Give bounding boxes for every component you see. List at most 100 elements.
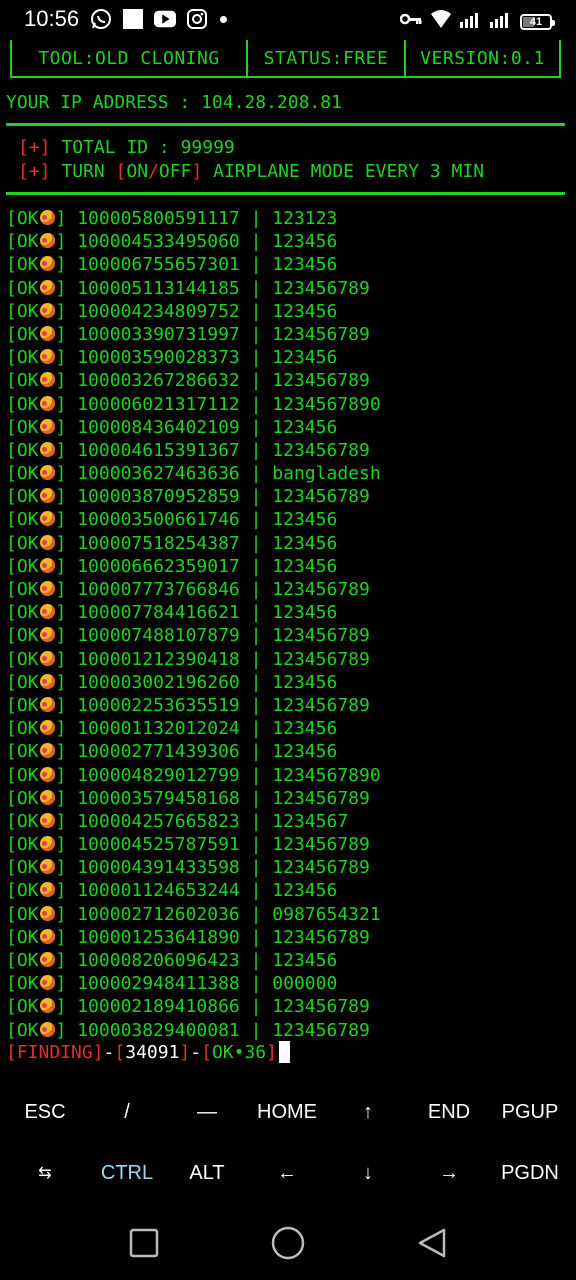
ok-label: OK — [16, 625, 39, 647]
ok-label: OK — [16, 903, 39, 925]
key-slash[interactable]: / — [86, 1082, 168, 1142]
ok-label: OK — [16, 718, 39, 740]
result-row: [OK] 100007518254387 | 123456 — [6, 532, 381, 555]
recents-icon[interactable] — [124, 1223, 164, 1263]
ok-close: ] — [55, 694, 67, 716]
ok-open: [ — [6, 370, 17, 392]
result-row: [OK] 100007488107879 | 123456789 — [6, 624, 381, 647]
total-id-line: [+] TOTAL ID : 99999 — [18, 137, 235, 158]
result-sep: | — [239, 973, 273, 995]
ok-label: OK — [16, 208, 39, 229]
hug-emoji-icon — [39, 511, 55, 527]
result-id: 100004234809752 — [77, 300, 240, 322]
hug-emoji-icon — [39, 581, 55, 596]
ok-open: [ — [6, 579, 17, 600]
hug-emoji-icon — [39, 233, 55, 249]
result-sep: | — [239, 323, 273, 345]
result-id: 100004391433598 — [77, 857, 240, 879]
result-sep: | — [239, 509, 273, 531]
result-id: 100001132012024 — [77, 718, 240, 740]
home-icon[interactable] — [268, 1223, 308, 1263]
hug-emoji-icon — [39, 766, 55, 782]
bullet: [+] — [18, 161, 51, 182]
ok-close: ] — [55, 486, 67, 508]
result-sep: | — [239, 810, 273, 832]
result-pass: 123456789 — [272, 486, 370, 508]
hug-emoji-icon — [39, 789, 55, 805]
hug-emoji-icon — [39, 905, 55, 921]
key-down[interactable]: ↓ — [327, 1143, 409, 1203]
key-esc[interactable]: ESC — [4, 1082, 86, 1142]
result-row: [OK] 100006662359017 | 123456 — [6, 555, 381, 578]
result-pass: 123456789 — [272, 926, 370, 948]
total-id: TOTAL ID : 99999 — [61, 137, 235, 158]
result-row: [OK] 100003267286632 | 123456789 — [6, 369, 381, 392]
ok-close: ] — [55, 625, 67, 647]
notification-icons — [90, 8, 227, 30]
key-tab[interactable]: ⇆ — [4, 1143, 86, 1203]
result-id: 100003579458168 — [77, 787, 240, 809]
finding-count: 34091 — [125, 1041, 180, 1063]
result-id: 100003627463636 — [77, 463, 240, 485]
result-id: 100003870952859 — [77, 486, 240, 508]
ok-open: [ — [6, 996, 17, 1018]
result-id: 100004533495060 — [77, 231, 240, 253]
key-pgdn[interactable]: PGDN — [489, 1143, 571, 1203]
tool-version: VERSION:0.1 — [420, 47, 545, 69]
result-id: 100006662359017 — [77, 555, 240, 577]
result-pass: 123456789 — [272, 439, 370, 461]
ok-close: ] — [55, 926, 67, 948]
key-alt[interactable]: ALT — [166, 1143, 248, 1203]
back-icon[interactable] — [412, 1223, 452, 1263]
navigation-bar — [0, 1205, 576, 1280]
ok-close: ] — [55, 393, 67, 415]
ok-label: OK — [16, 463, 39, 485]
airplane-line: [+] TURN [ON/OFF] AIRPLANE MODE EVERY 3 … — [18, 161, 485, 182]
hug-emoji-icon — [39, 604, 55, 620]
hug-emoji-icon — [39, 395, 55, 411]
ok-open: [ — [6, 555, 17, 577]
ok-open: [ — [6, 625, 17, 647]
result-pass: 123456 — [272, 532, 338, 554]
result-sep: | — [239, 486, 273, 508]
ok-close: ] — [55, 1019, 67, 1041]
result-sep: | — [239, 764, 273, 786]
result-list: [OK] 100005800591117 | 123123[OK] 100004… — [6, 207, 381, 1042]
ok-open: [ — [6, 787, 17, 809]
key-dash[interactable]: — — [166, 1082, 248, 1142]
result-pass: 123456789 — [272, 648, 370, 670]
ok-label: OK — [16, 602, 39, 624]
hug-emoji-icon — [39, 882, 55, 898]
result-pass: 123456789 — [272, 323, 370, 345]
key-up[interactable]: ↑ — [327, 1082, 409, 1142]
result-row: [OK] 100004391433598 | 123456789 — [6, 856, 381, 879]
ok-open: [ — [6, 208, 17, 229]
result-sep: | — [239, 996, 273, 1018]
hug-emoji-icon — [39, 465, 55, 481]
ok-label: OK — [16, 486, 39, 508]
hug-emoji-icon — [39, 279, 55, 295]
ok-open: [ — [6, 439, 17, 461]
result-sep: | — [239, 648, 273, 670]
key-right[interactable]: → — [408, 1143, 490, 1203]
key-home[interactable]: HOME — [246, 1082, 328, 1142]
result-sep: | — [239, 277, 273, 299]
ok-open: [ — [6, 602, 17, 624]
result-pass: 123456 — [272, 671, 338, 693]
key-pgup[interactable]: PGUP — [489, 1082, 571, 1142]
result-id: 100003267286632 — [77, 370, 240, 392]
hug-emoji-icon — [39, 441, 55, 457]
ok-label: OK — [16, 300, 39, 322]
key-end[interactable]: END — [408, 1082, 490, 1142]
result-id: 100003829400081 — [77, 1019, 240, 1041]
result-pass: 123456789 — [272, 857, 370, 879]
key-icon — [399, 12, 422, 31]
ok-open: [ — [6, 1019, 17, 1041]
result-pass: 0987654321 — [272, 903, 381, 925]
key-left[interactable]: ← — [246, 1143, 328, 1203]
key-ctrl[interactable]: CTRL — [86, 1143, 168, 1203]
ok-close: ] — [55, 463, 67, 485]
ok-open: [ — [6, 393, 17, 415]
result-id: 100007488107879 — [77, 625, 240, 647]
result-id: 100004525787591 — [77, 834, 240, 856]
